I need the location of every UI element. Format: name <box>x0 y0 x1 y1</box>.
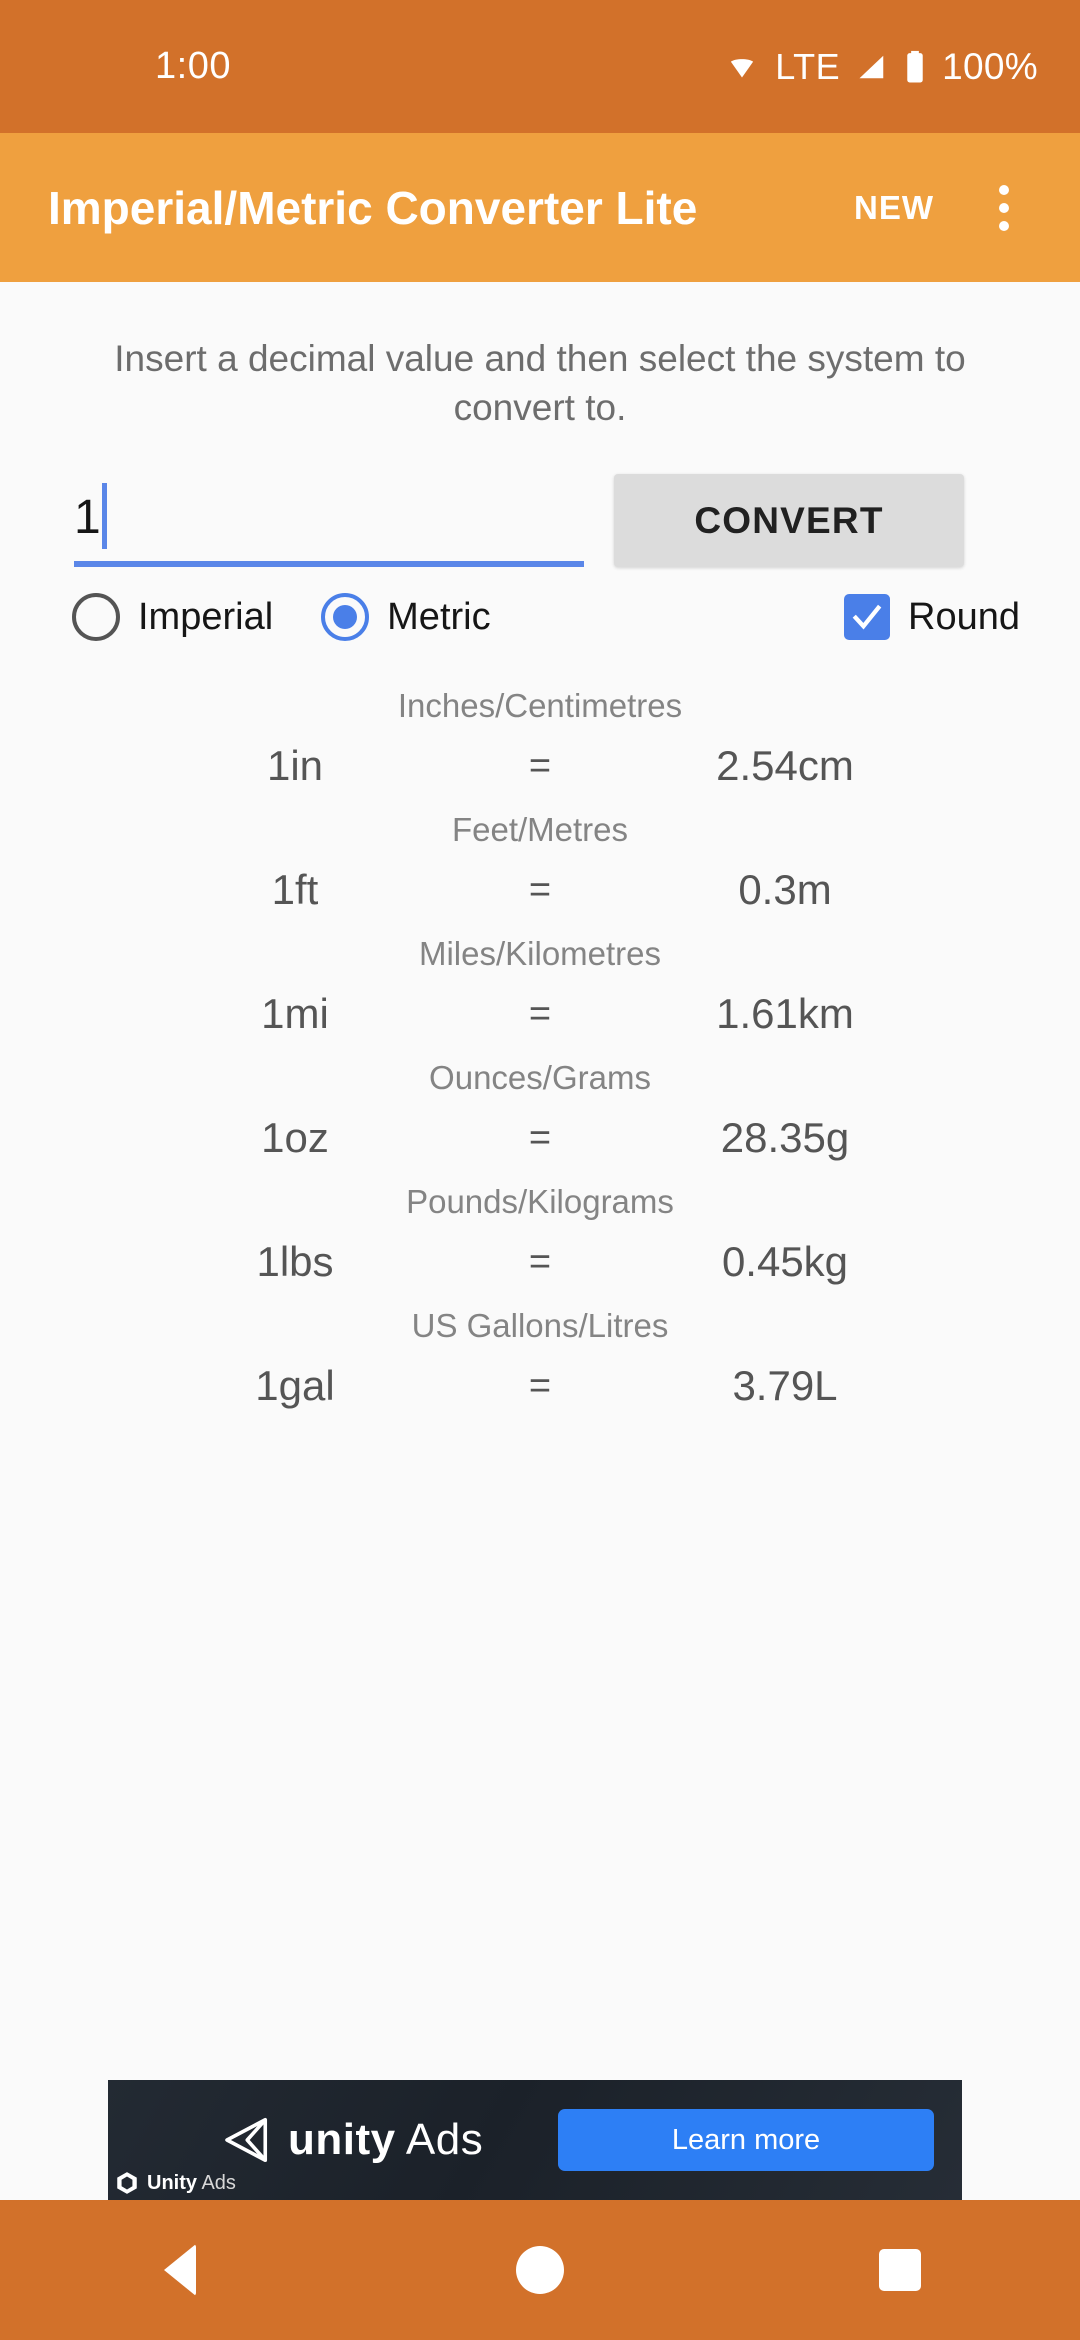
wifi-icon <box>725 53 759 81</box>
result-equals: = <box>528 1240 552 1283</box>
result-group: Feet/Metres 1ft = 0.3m <box>0 811 1080 923</box>
signal-icon <box>856 52 888 82</box>
unity-badge-icon <box>114 2170 140 2196</box>
table-row: 1lbs = 0.45kg <box>0 1229 1080 1295</box>
group-title: Feet/Metres <box>451 811 629 849</box>
recents-square-icon <box>879 2249 921 2291</box>
radio-imperial-label: Imperial <box>138 595 274 638</box>
overflow-menu-icon[interactable] <box>974 173 1034 243</box>
ad-badge-label: Unity Ads <box>147 2172 236 2195</box>
check-icon <box>852 605 882 630</box>
result-equals: = <box>528 1364 552 1407</box>
result-source: 1in <box>266 742 324 790</box>
status-bar: 1:00 LTE 100% <box>0 0 1080 133</box>
result-equals: = <box>528 868 552 911</box>
app-bar: Imperial/Metric Converter Lite NEW <box>0 133 1080 282</box>
back-button[interactable] <box>105 2200 255 2340</box>
ad-logo-group: unity Ads <box>218 2113 483 2167</box>
radio-imperial[interactable]: Imperial <box>72 593 274 642</box>
ad-banner[interactable]: unity Ads Learn more Unity Ads <box>108 2080 962 2200</box>
radio-metric-dot <box>333 605 358 630</box>
result-group: Ounces/Grams 1oz = 28.35g <box>0 1059 1080 1171</box>
new-button[interactable]: NEW <box>842 179 946 237</box>
ad-brand-text: unity Ads <box>288 2115 483 2165</box>
result-group: Miles/Kilometres 1mi = 1.61km <box>0 935 1080 1047</box>
ad-attribution-badge: Unity Ads <box>114 2170 236 2196</box>
instructions-text: Insert a decimal value and then select t… <box>114 338 966 429</box>
round-checkbox-box <box>844 594 891 641</box>
app-screen: 1:00 LTE 100% Imperial/Metric Converter … <box>0 0 1080 2340</box>
dot-3 <box>999 220 1009 231</box>
table-row: 1in = 2.54cm <box>0 733 1080 799</box>
result-equals: = <box>528 992 552 1035</box>
group-title: US Gallons/Litres <box>411 1307 669 1345</box>
dot-1 <box>999 184 1009 195</box>
page-title: Imperial/Metric Converter Lite <box>48 181 698 234</box>
battery-icon <box>904 50 926 84</box>
text-caret <box>102 483 107 550</box>
table-row: 1oz = 28.35g <box>0 1105 1080 1171</box>
result-target: 1.61km <box>716 990 854 1038</box>
back-triangle-icon <box>164 2244 196 2296</box>
status-indicators: LTE 100% <box>725 46 1038 88</box>
result-target: 0.3m <box>738 866 832 914</box>
round-checkbox-label: Round <box>908 595 1020 638</box>
result-target: 3.79L <box>732 1362 838 1410</box>
battery-percent-label: 100% <box>942 45 1038 87</box>
home-circle-icon <box>516 2246 564 2294</box>
result-equals: = <box>528 1116 552 1159</box>
convert-button[interactable]: CONVERT <box>614 474 964 568</box>
input-underline <box>74 561 584 568</box>
result-source: 1ft <box>271 866 319 914</box>
group-title: Miles/Kilometres <box>418 935 662 973</box>
round-checkbox[interactable]: Round <box>844 594 1020 641</box>
result-source: 1oz <box>261 1114 329 1162</box>
app-bar-actions: NEW <box>842 173 1042 243</box>
radio-metric[interactable]: Metric <box>321 593 491 642</box>
result-source: 1gal <box>255 1362 335 1410</box>
radio-metric-label: Metric <box>387 595 491 638</box>
result-source: 1lbs <box>256 1238 334 1286</box>
options-row: Imperial Metric Round <box>72 593 1020 642</box>
main-content: Insert a decimal value and then select t… <box>0 282 1080 2200</box>
dot-2 <box>999 202 1009 213</box>
group-title: Inches/Centimetres <box>397 687 683 725</box>
system-navigation-bar <box>0 2200 1080 2340</box>
result-group: Pounds/Kilograms 1lbs = 0.45kg <box>0 1183 1080 1295</box>
value-input[interactable]: 1 <box>74 474 584 568</box>
ad-brand-bold: unity <box>288 2115 396 2164</box>
result-source: 1mi <box>261 990 329 1038</box>
network-type-label: LTE <box>775 45 841 87</box>
radio-metric-indicator <box>321 593 370 642</box>
result-group: US Gallons/Litres 1gal = 3.79L <box>0 1307 1080 1419</box>
group-title: Ounces/Grams <box>429 1059 651 1097</box>
table-row: 1ft = 0.3m <box>0 857 1080 923</box>
recents-button[interactable] <box>825 2200 975 2340</box>
ad-brand-light: Ads <box>395 2115 484 2164</box>
value-input-text: 1 <box>74 491 101 545</box>
result-target: 0.45kg <box>721 1238 849 1286</box>
result-target: 28.35g <box>720 1114 850 1162</box>
status-time: 1:00 <box>155 45 231 87</box>
ad-badge-light: Ads <box>201 2171 236 2194</box>
group-title: Pounds/Kilograms <box>406 1183 674 1221</box>
ad-badge-bold: Unity <box>147 2171 197 2194</box>
result-target: 2.54cm <box>716 742 854 790</box>
input-row: 1 CONVERT <box>74 474 1020 568</box>
result-equals: = <box>528 744 552 787</box>
unity-logo-icon <box>218 2113 272 2167</box>
conversion-results: Inches/Centimetres 1in = 2.54cm Feet/Met… <box>0 687 1080 1431</box>
table-row: 1mi = 1.61km <box>0 981 1080 1047</box>
result-group: Inches/Centimetres 1in = 2.54cm <box>0 687 1080 799</box>
table-row: 1gal = 3.79L <box>0 1353 1080 1419</box>
radio-imperial-indicator <box>72 593 120 642</box>
home-button[interactable] <box>465 2200 615 2340</box>
ad-learn-more-button[interactable]: Learn more <box>558 2109 934 2171</box>
